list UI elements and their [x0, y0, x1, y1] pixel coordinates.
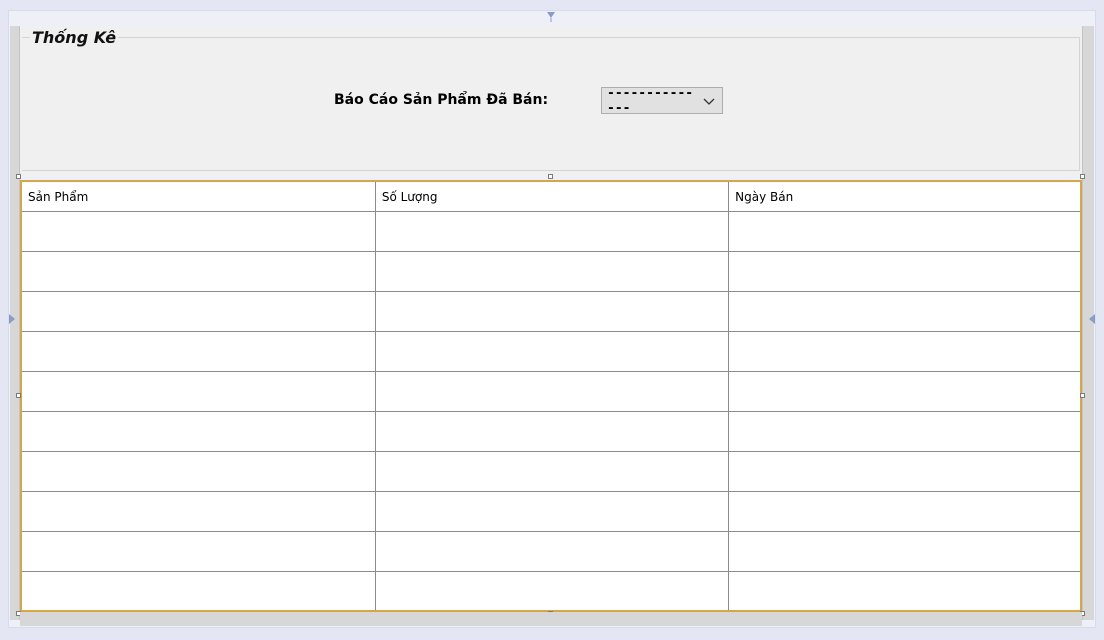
arrow-left-icon[interactable]	[1087, 314, 1095, 324]
group-title: Thống Kê	[30, 28, 119, 47]
resize-handle[interactable]	[16, 393, 21, 398]
data-grid[interactable]: Sản Phẩm Số Lượng Ngày Bán	[20, 180, 1082, 612]
bottom-rail	[20, 612, 1082, 626]
report-select[interactable]: --------------	[601, 85, 723, 116]
resize-handle[interactable]	[548, 174, 553, 179]
group-box-border	[22, 37, 1080, 171]
grid-cell[interactable]	[375, 331, 730, 372]
column-header-product[interactable]: Sản Phẩm	[22, 182, 376, 212]
grid-cell[interactable]	[728, 571, 1080, 610]
table-row[interactable]	[22, 571, 1080, 610]
report-select-value: --------------	[607, 85, 694, 116]
table-row[interactable]	[22, 211, 1080, 252]
data-grid-table: Sản Phẩm Số Lượng Ngày Bán	[22, 182, 1080, 610]
grid-cell[interactable]	[728, 531, 1080, 572]
grid-cell[interactable]	[22, 291, 376, 332]
grid-cell[interactable]	[22, 251, 376, 292]
grid-cell[interactable]	[22, 371, 376, 412]
grid-cell[interactable]	[22, 331, 376, 372]
table-row[interactable]	[22, 411, 1080, 452]
grid-cell[interactable]	[22, 491, 376, 532]
grid-cell[interactable]	[22, 211, 376, 252]
grid-cell[interactable]	[375, 251, 730, 292]
grid-cell[interactable]	[375, 371, 730, 412]
grid-cell[interactable]	[375, 211, 730, 252]
column-header-quantity[interactable]: Số Lượng	[375, 182, 730, 212]
grid-cell[interactable]	[22, 411, 376, 452]
grid-cell[interactable]	[728, 411, 1080, 452]
grid-cell[interactable]	[375, 291, 730, 332]
grid-cell[interactable]	[375, 571, 730, 610]
grid-cell[interactable]	[22, 571, 376, 610]
grid-cell[interactable]	[22, 451, 376, 492]
table-row[interactable]	[22, 491, 1080, 532]
grid-cell[interactable]	[375, 451, 730, 492]
resize-handle[interactable]	[16, 174, 21, 179]
chevron-down-icon[interactable]	[700, 94, 718, 108]
table-row[interactable]	[22, 371, 1080, 412]
grid-body	[22, 211, 1080, 610]
grid-cell[interactable]	[728, 491, 1080, 532]
column-header-date[interactable]: Ngày Bán	[728, 182, 1080, 212]
grid-cell[interactable]	[375, 531, 730, 572]
grid-cell[interactable]	[375, 411, 730, 452]
resize-handle[interactable]	[1080, 393, 1085, 398]
report-label: Báo Cáo Sản Phẩm Đã Bán:	[334, 92, 549, 108]
grid-cell[interactable]	[728, 371, 1080, 412]
table-row[interactable]	[22, 531, 1080, 572]
table-row[interactable]	[22, 251, 1080, 292]
arrow-right-icon[interactable]	[9, 314, 17, 324]
table-row[interactable]	[22, 291, 1080, 332]
resize-handle[interactable]	[1080, 174, 1085, 179]
grid-cell[interactable]	[728, 291, 1080, 332]
arrow-down-icon[interactable]	[547, 12, 555, 22]
grid-header-row: Sản Phẩm Số Lượng Ngày Bán	[22, 182, 1080, 212]
table-row[interactable]	[22, 331, 1080, 372]
grid-cell[interactable]	[728, 211, 1080, 252]
grid-cell[interactable]	[728, 251, 1080, 292]
grid-cell[interactable]	[22, 531, 376, 572]
table-row[interactable]	[22, 451, 1080, 492]
grid-cell[interactable]	[728, 451, 1080, 492]
grid-cell[interactable]	[375, 491, 730, 532]
grid-cell[interactable]	[728, 331, 1080, 372]
